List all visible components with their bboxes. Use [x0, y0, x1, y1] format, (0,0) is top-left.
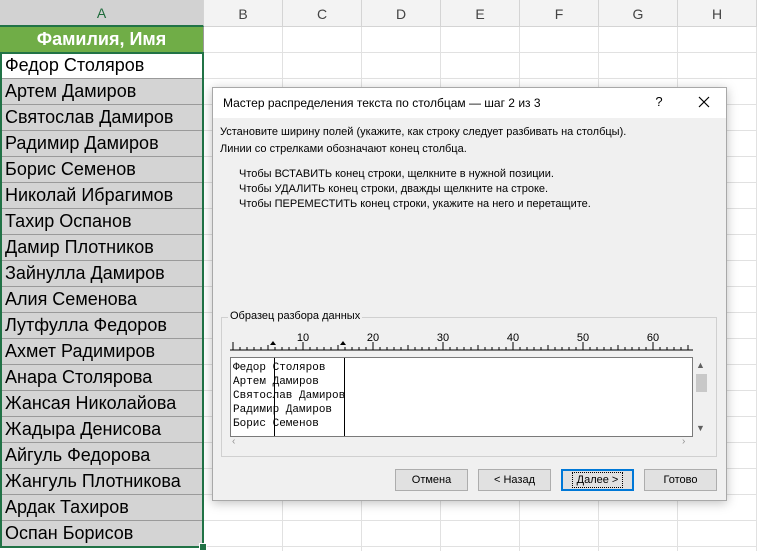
table-row[interactable]: Анара Столярова	[0, 365, 204, 391]
preview-label: Образец разбора данных	[228, 310, 363, 322]
table-row[interactable]: Радимир Дамиров	[0, 131, 204, 157]
preview-horizontal-scrollbar[interactable]: ‹ ›	[230, 436, 693, 449]
table-row[interactable]: Артем Дамиров	[0, 79, 204, 105]
ruler-label: 30	[436, 332, 450, 344]
preview-line: Борис Семенов	[233, 418, 319, 430]
ruler-label: 40	[506, 332, 520, 344]
table-row[interactable]: Тахир Оспанов	[0, 209, 204, 235]
column-header-d[interactable]: D	[362, 0, 441, 27]
preview-vertical-scrollbar[interactable]: ▲ ▼	[693, 357, 710, 437]
column-header-g[interactable]: G	[599, 0, 678, 27]
header-cell[interactable]: Фамилия, Имя	[0, 27, 204, 53]
table-row[interactable]: Жансая Николайова	[0, 391, 204, 417]
close-button[interactable]	[693, 92, 715, 112]
next-button-label: Далее >	[571, 472, 624, 488]
fill-handle[interactable]	[199, 543, 207, 551]
scroll-right-icon[interactable]: ›	[682, 436, 685, 447]
preview-line: Святослав Дамиров	[233, 390, 346, 402]
column-header-e[interactable]: E	[441, 0, 520, 27]
table-row[interactable]: Дамир Плотников	[0, 235, 204, 261]
instruction-text: Линии со стрелками обозначают конец стол…	[220, 143, 467, 155]
scroll-down-icon[interactable]: ▼	[696, 423, 705, 433]
scroll-up-icon[interactable]: ▲	[696, 360, 705, 370]
hint-delete: Чтобы УДАЛИТЬ конец строки, дважды щелкн…	[239, 183, 549, 195]
table-row[interactable]: Айгуль Федорова	[0, 443, 204, 469]
text-to-columns-dialog: Мастер распределения текста по столбцам …	[212, 87, 727, 501]
ruler-label: 20	[366, 332, 380, 344]
instruction-text: Установите ширину полей (укажите, как ст…	[220, 126, 627, 138]
ruler-label: 10	[296, 332, 310, 344]
table-row[interactable]: Борис Семенов	[0, 157, 204, 183]
column-headers: A B C D E F G H	[0, 0, 757, 27]
table-row[interactable]: Федор Столяров	[0, 53, 204, 79]
next-button[interactable]: Далее >	[561, 469, 634, 491]
dialog-title: Мастер распределения текста по столбцам …	[223, 96, 541, 110]
data-preview-box[interactable]: Федор Столяров Артем Дамиров Святослав Д…	[230, 357, 693, 437]
help-button[interactable]: ?	[649, 92, 669, 112]
table-row[interactable]: Алия Семенова	[0, 287, 204, 313]
table-row[interactable]: Жангуль Плотникова	[0, 469, 204, 495]
table-row[interactable]: Ардак Тахиров	[0, 495, 204, 521]
table-row[interactable]: Лутфулла Федоров	[0, 313, 204, 339]
column-header-a[interactable]: A	[0, 0, 204, 27]
table-row[interactable]: Оспан Борисов	[0, 521, 204, 547]
preview-line: Радимир Дамиров	[233, 404, 333, 416]
scroll-thumb[interactable]	[696, 374, 707, 392]
column-header-b[interactable]: B	[204, 0, 283, 27]
table-row[interactable]: Зайнулла Дамиров	[0, 261, 204, 287]
ruler-label: 60	[646, 332, 660, 344]
ruler-label: 50	[576, 332, 590, 344]
table-row[interactable]: Жадыра Денисова	[0, 417, 204, 443]
dialog-titlebar[interactable]: Мастер распределения текста по столбцам …	[213, 88, 726, 118]
preview-line: Федор Столяров	[233, 362, 326, 374]
column-header-h[interactable]: H	[678, 0, 757, 27]
cancel-button[interactable]: Отмена	[395, 469, 468, 491]
preview-line: Артем Дамиров	[233, 376, 319, 388]
column-header-f[interactable]: F	[520, 0, 599, 27]
finish-button[interactable]: Готово	[644, 469, 717, 491]
column-header-c[interactable]: C	[283, 0, 362, 27]
table-row[interactable]: Ахмет Радимиров	[0, 339, 204, 365]
hint-insert: Чтобы ВСТАВИТЬ конец строки, щелкните в …	[239, 168, 554, 180]
column-a-cells: Фамилия, Имя Федор Столяров Артем Дамиро…	[0, 27, 204, 547]
hint-move: Чтобы ПЕРЕМЕСТИТЬ конец строки, укажите …	[239, 198, 591, 210]
table-row[interactable]: Святослав Дамиров	[0, 105, 204, 131]
table-row[interactable]: Николай Ибрагимов	[0, 183, 204, 209]
close-icon	[698, 96, 710, 108]
column-ruler[interactable]: 10 20 30 40 50 60	[230, 328, 693, 356]
scroll-left-icon[interactable]: ‹	[232, 436, 235, 447]
back-button[interactable]: < Назад	[478, 469, 551, 491]
